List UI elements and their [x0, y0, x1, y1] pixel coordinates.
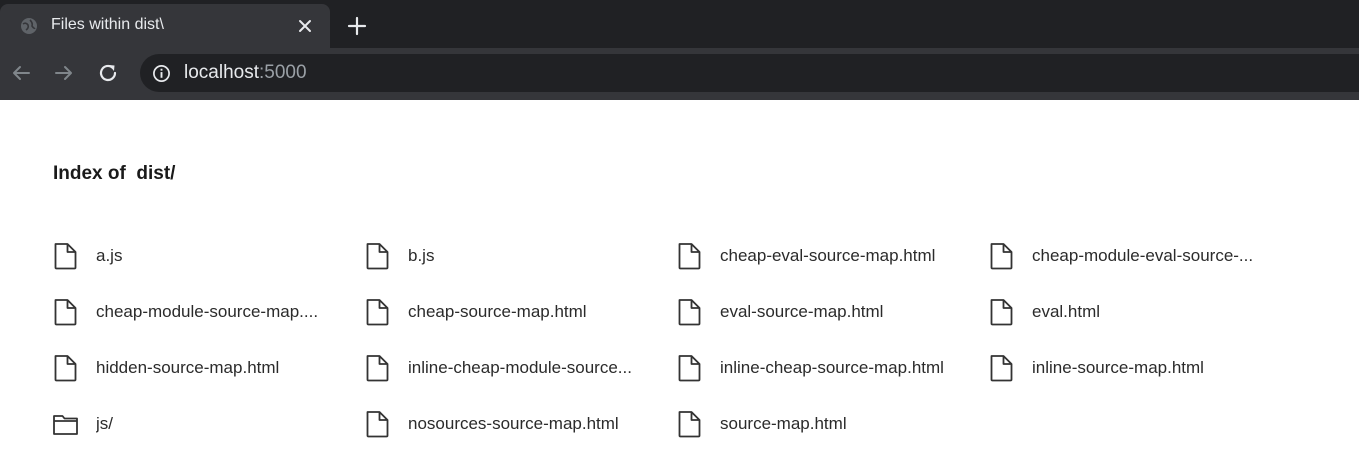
address-bar[interactable]: localhost:5000 [140, 54, 1359, 92]
file-icon [989, 298, 1014, 326]
toolbar: localhost:5000 [0, 48, 1359, 100]
file-icon [365, 410, 390, 438]
plus-icon[interactable] [346, 15, 368, 37]
entry-name: cheap-module-eval-source-... [1032, 246, 1254, 265]
entry-name: cheap-module-source-map.... [96, 302, 319, 321]
file-icon [365, 354, 390, 382]
file-icon [53, 242, 78, 270]
file-entry[interactable]: eval.html [989, 288, 1301, 336]
forward-arrow-icon[interactable] [52, 61, 76, 85]
url-port: :5000 [259, 62, 307, 83]
entry-name: source-map.html [720, 414, 847, 433]
file-icon [677, 242, 702, 270]
entry-name: b.js [408, 246, 435, 265]
file-icon [989, 354, 1014, 382]
entry-name: cheap-eval-source-map.html [720, 246, 936, 265]
tab-title: Files within dist\ [51, 16, 164, 33]
entry-name: nosources-source-map.html [408, 414, 619, 433]
file-icon [677, 354, 702, 382]
page-title: Index of dist/ [53, 163, 176, 184]
file-entry[interactable]: a.js [53, 232, 365, 280]
file-entry[interactable]: cheap-source-map.html [365, 288, 677, 336]
file-entry[interactable]: inline-cheap-source-map.html [677, 344, 989, 392]
reload-icon[interactable] [96, 61, 120, 85]
file-entry[interactable]: hidden-source-map.html [53, 344, 365, 392]
globe-icon [21, 18, 37, 34]
file-entry[interactable]: b.js [365, 232, 677, 280]
entry-name: js/ [96, 414, 113, 433]
file-icon [365, 242, 390, 270]
entry-name: a.js [96, 246, 123, 265]
folder-entry[interactable]: js/ [53, 400, 365, 448]
tab-strip: Files within dist\ [0, 0, 1359, 48]
file-entry[interactable]: cheap-eval-source-map.html [677, 232, 989, 280]
file-entry[interactable]: eval-source-map.html [677, 288, 989, 336]
file-entry[interactable]: cheap-module-source-map.... [53, 288, 365, 336]
entry-name: eval.html [1032, 302, 1101, 321]
entry-name: eval-source-map.html [720, 302, 884, 321]
entry-name: inline-cheap-source-map.html [720, 358, 944, 377]
close-icon[interactable] [296, 17, 314, 35]
file-entry[interactable]: inline-source-map.html [989, 344, 1301, 392]
entry-name: cheap-source-map.html [408, 302, 587, 321]
file-entry[interactable]: source-map.html [677, 400, 989, 448]
url-host: localhost [184, 62, 259, 83]
active-tab[interactable]: Files within dist\ [0, 4, 330, 48]
url-text[interactable]: localhost:5000 [184, 62, 307, 84]
folder-icon [53, 410, 78, 438]
file-entry[interactable]: nosources-source-map.html [365, 400, 677, 448]
file-icon [53, 298, 78, 326]
entry-name: inline-source-map.html [1032, 358, 1204, 377]
file-icon [677, 298, 702, 326]
file-icon [53, 354, 78, 382]
browser-chrome: Files within dist\ localhost:5000 [0, 0, 1359, 100]
file-icon [365, 298, 390, 326]
back-arrow-icon[interactable] [9, 61, 33, 85]
entry-name: inline-cheap-module-source... [408, 358, 632, 377]
file-icon [677, 410, 702, 438]
info-icon[interactable] [152, 64, 171, 83]
file-icon [989, 242, 1014, 270]
file-entry[interactable]: cheap-module-eval-source-... [989, 232, 1301, 280]
file-list: a.js b.js cheap-eval-source-map.html cheap-… [53, 232, 1301, 457]
entry-name: hidden-source-map.html [96, 358, 280, 377]
file-entry[interactable]: inline-cheap-module-source... [365, 344, 677, 392]
